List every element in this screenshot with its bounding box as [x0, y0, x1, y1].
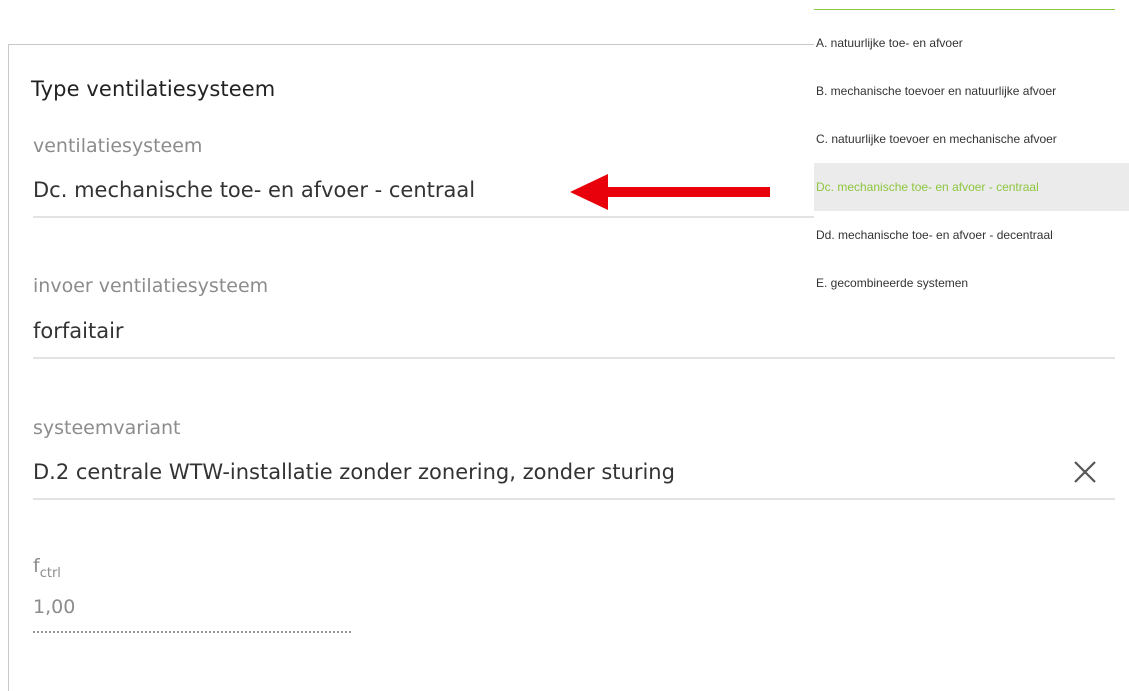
dropdown-option-dc[interactable]: Dc. mechanische toe- en afvoer - centraa…	[814, 163, 1129, 211]
dropdown-option-b[interactable]: B. mechanische toevoer en natuurlijke af…	[814, 67, 1129, 115]
invoer-ventilatiesysteem-underline	[33, 357, 1115, 359]
ventilatiesysteem-value: Dc. mechanische toe- en afvoer - centraa…	[33, 178, 476, 202]
dropdown-option-e[interactable]: E. gecombineerde systemen	[814, 259, 1129, 307]
systeemvariant-select[interactable]: systeemvariant D.2 centrale WTW-installa…	[33, 413, 1115, 505]
dropdown-option-c[interactable]: C. natuurlijke toevoer en mechanische af…	[814, 115, 1129, 163]
systeemvariant-value: D.2 centrale WTW-installatie zonder zone…	[33, 460, 675, 484]
ventilatiesysteem-dropdown: A. natuurlijke toe- en afvoer B. mechani…	[814, 0, 1129, 310]
ventilatiesysteem-label: ventilatiesysteem	[33, 135, 203, 157]
close-icon[interactable]	[1071, 458, 1099, 486]
dropdown-option-dd[interactable]: Dd. mechanische toe- en afvoer - decentr…	[814, 211, 1129, 259]
invoer-ventilatiesysteem-value: forfaitair	[33, 319, 124, 343]
fctrl-value: 1,00	[33, 596, 76, 618]
fctrl-label: fctrl	[33, 555, 61, 581]
arrow-left-icon	[568, 172, 772, 212]
panel-title: Type ventilatiesysteem	[31, 77, 276, 101]
fctrl-underline	[33, 631, 351, 633]
dropdown-option-a[interactable]: A. natuurlijke toe- en afvoer	[814, 19, 1129, 67]
dropdown-options: A. natuurlijke toe- en afvoer B. mechani…	[814, 19, 1129, 307]
fctrl-label-sub: ctrl	[39, 566, 61, 581]
invoer-ventilatiesysteem-label: invoer ventilatiesysteem	[33, 275, 269, 297]
fctrl-field: fctrl 1,00	[33, 553, 363, 643]
fctrl-label-main: f	[33, 555, 40, 577]
dropdown-accent-line	[814, 9, 1115, 10]
systeemvariant-underline	[33, 498, 1115, 500]
page: Type ventilatiesysteem ventilatiesysteem…	[0, 0, 1129, 691]
systeemvariant-label: systeemvariant	[33, 417, 181, 439]
